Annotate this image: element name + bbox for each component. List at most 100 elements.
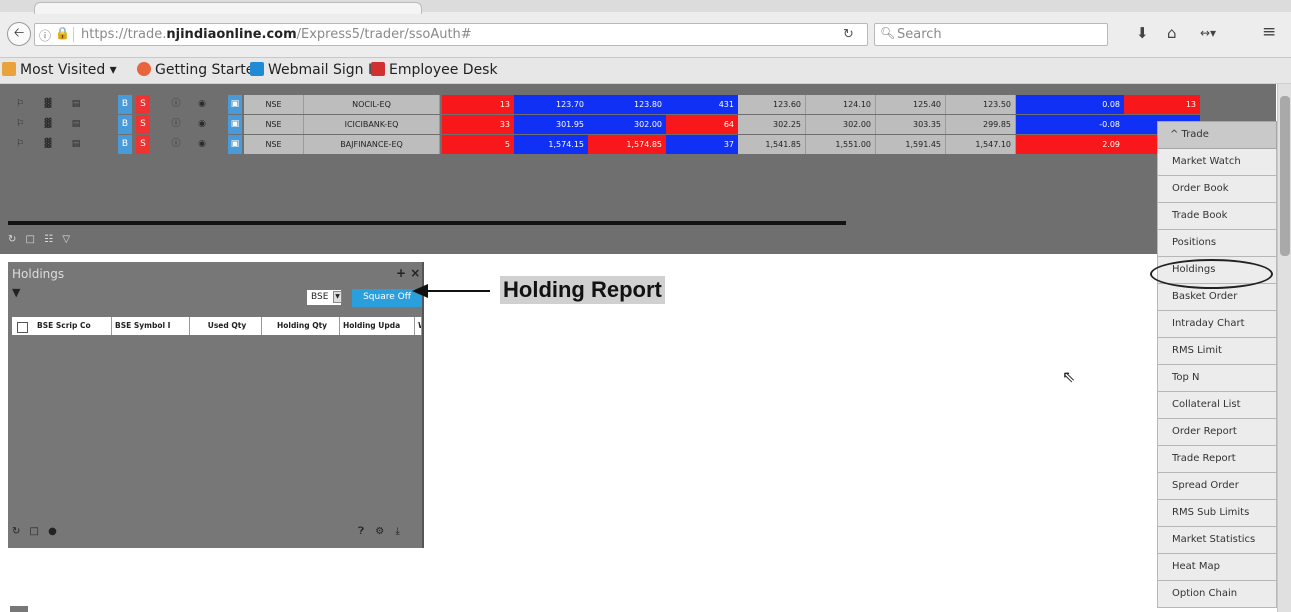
cell-ask-qty: 37 <box>666 135 738 154</box>
menu-item-label: Market Statistics <box>1172 534 1256 545</box>
option-icon[interactable]: ▣ <box>228 115 242 134</box>
scrollbar-thumb[interactable] <box>1280 96 1290 256</box>
cell-bid-qty: 13 <box>442 95 514 114</box>
menu-item-top-n[interactable]: Top N <box>1157 365 1277 392</box>
back-icon[interactable]: 🡠 <box>7 22 31 46</box>
browser-tab[interactable] <box>34 2 422 14</box>
menu-item-label: Trade Book <box>1172 210 1228 221</box>
option-icon[interactable]: ▣ <box>228 135 242 154</box>
menu-item-rms-limit[interactable]: RMS Limit <box>1157 338 1277 365</box>
menu-item-label: Intraday Chart <box>1172 318 1245 329</box>
reload-icon[interactable]: ↻ <box>843 27 854 42</box>
chevron-down-icon[interactable]: ▼ <box>333 291 342 303</box>
bookmark-webmail[interactable]: Webmail Sign In <box>250 62 381 78</box>
menu-item-positions[interactable]: Positions <box>1157 230 1277 257</box>
holdings-table-header: BSE Scrip Co BSE Symbol I Used Qty Holdi… <box>12 317 422 335</box>
pocket-icon[interactable]: ↔▾ <box>1200 26 1216 40</box>
menu-item-trade-book[interactable]: Trade Book <box>1157 203 1277 230</box>
cell-ask: 1,574.85 <box>588 135 666 154</box>
column-header[interactable]: Holding Upda <box>340 317 415 335</box>
bulb-icon[interactable]: ⚐ <box>8 115 32 134</box>
eye-icon[interactable]: ◉ <box>190 95 214 114</box>
holdings-footer-icons-right[interactable]: ❓︎ ⚙︎ ⤓ <box>358 526 404 537</box>
cell-chg: -0.08 <box>1016 115 1124 134</box>
cell-bid-qty: 33 <box>442 115 514 134</box>
cell-ask: 302.00 <box>588 115 666 134</box>
cell-high: 303.35 <box>876 115 946 134</box>
eye-icon[interactable]: ◉ <box>190 135 214 154</box>
option-icon[interactable]: ▣ <box>228 95 242 114</box>
bulb-icon[interactable]: ⚐ <box>8 135 32 154</box>
bookmark-employee-desk[interactable]: Employee Desk <box>371 62 498 78</box>
bookmark-most-visited[interactable]: Most Visited ▾ <box>2 62 117 78</box>
buy-button[interactable]: B <box>118 135 132 154</box>
column-header[interactable]: Used Qty <box>190 317 262 335</box>
depth-icon[interactable]: ▤ <box>64 115 88 134</box>
horizontal-scrollbar[interactable] <box>8 221 846 225</box>
employee-icon <box>371 62 385 76</box>
trade-menu-header[interactable]: ^ Trade <box>1157 121 1277 149</box>
cell-ask-qty: 64 <box>666 115 738 134</box>
menu-item-collateral-list[interactable]: Collateral List <box>1157 392 1277 419</box>
menu-item-label: Positions <box>1172 237 1217 248</box>
cell-bid: 1,574.15 <box>514 135 588 154</box>
menu-item-rms-sub-limits[interactable]: RMS Sub Limits <box>1157 500 1277 527</box>
cell-open: 302.00 <box>806 115 876 134</box>
holdings-panel: Holdings + × ▼ BSE ▼ Square Off BSE Scri… <box>8 262 424 548</box>
menu-item-heat-map[interactable]: Heat Map <box>1157 554 1277 581</box>
menu-item-label: RMS Sub Limits <box>1172 507 1250 518</box>
cell-ask-qty: 431 <box>666 95 738 114</box>
sell-button[interactable]: S <box>136 115 150 134</box>
bulb-icon[interactable]: ⚐ <box>8 95 32 114</box>
search-placeholder: Search <box>897 27 942 42</box>
holdings-window-controls[interactable]: + × <box>396 266 420 280</box>
cell-exchange: NSE <box>244 135 304 154</box>
bookmark-getting-started[interactable]: Getting Started <box>137 62 263 78</box>
depth-icon[interactable]: ▤ <box>64 135 88 154</box>
menu-item-market-statistics[interactable]: Market Statistics <box>1157 527 1277 554</box>
menu-item-intraday-chart[interactable]: Intraday Chart <box>1157 311 1277 338</box>
menu-item-trade-report[interactable]: Trade Report <box>1157 446 1277 473</box>
bookmark-label: Getting Started <box>155 62 264 78</box>
chart-icon[interactable]: ▓ <box>36 135 60 154</box>
menu-icon[interactable]: ≡ <box>1262 22 1276 42</box>
chart-icon[interactable]: ▓ <box>36 115 60 134</box>
menu-item-label: Collateral List <box>1172 399 1241 410</box>
info-icon[interactable]: ⓘ <box>39 27 51 44</box>
info-icon[interactable]: ⓘ <box>164 135 188 154</box>
sell-button[interactable]: S <box>136 135 150 154</box>
url-text[interactable]: https://trade.njindiaonline.com/Express5… <box>81 27 472 42</box>
column-header[interactable]: BSE Scrip Co <box>34 317 112 335</box>
home-icon[interactable]: ⌂ <box>1167 24 1177 42</box>
column-header[interactable]: BSE Symbol I <box>112 317 190 335</box>
cell-exchange: NSE <box>244 95 304 114</box>
depth-icon[interactable]: ▤ <box>64 95 88 114</box>
chart-icon[interactable]: ▓ <box>36 95 60 114</box>
column-header[interactable]: W <box>415 317 422 335</box>
filter-icon[interactable]: ▼ <box>12 286 20 299</box>
search-input[interactable]: 🔍︎ Search <box>874 23 1108 46</box>
info-icon[interactable]: ⓘ <box>164 115 188 134</box>
panel-corner <box>10 606 28 612</box>
url-bar[interactable]: ⓘ 🔒 https://trade.njindiaonline.com/Expr… <box>34 23 868 46</box>
info-icon[interactable]: ⓘ <box>164 95 188 114</box>
cell-vol: 13 <box>1124 95 1200 114</box>
menu-item-spread-order[interactable]: Spread Order <box>1157 473 1277 500</box>
select-all-checkbox[interactable] <box>17 322 28 333</box>
eye-icon[interactable]: ◉ <box>190 115 214 134</box>
buy-button[interactable]: B <box>118 115 132 134</box>
download-icon[interactable]: ⬇ <box>1136 24 1149 42</box>
webmail-icon <box>250 62 264 76</box>
holdings-footer-icons-left[interactable]: ↻ □ ● <box>12 526 60 537</box>
vertical-scrollbar[interactable] <box>1277 84 1291 612</box>
browser-toolbar: 🡠 ⓘ 🔒 https://trade.njindiaonline.com/Ex… <box>0 0 1291 58</box>
menu-item-option-chain[interactable]: Option Chain <box>1157 581 1277 608</box>
column-header[interactable]: Holding Qty <box>262 317 340 335</box>
sell-button[interactable]: S <box>136 95 150 114</box>
menu-item-market-watch[interactable]: Market Watch <box>1157 149 1277 176</box>
menu-item-order-book[interactable]: Order Book <box>1157 176 1277 203</box>
market-watch-footer-icons[interactable]: ↻ □ ☷ ▽ <box>8 234 73 245</box>
buy-button[interactable]: B <box>118 95 132 114</box>
holdings-title: Holdings <box>12 267 65 281</box>
menu-item-order-report[interactable]: Order Report <box>1157 419 1277 446</box>
